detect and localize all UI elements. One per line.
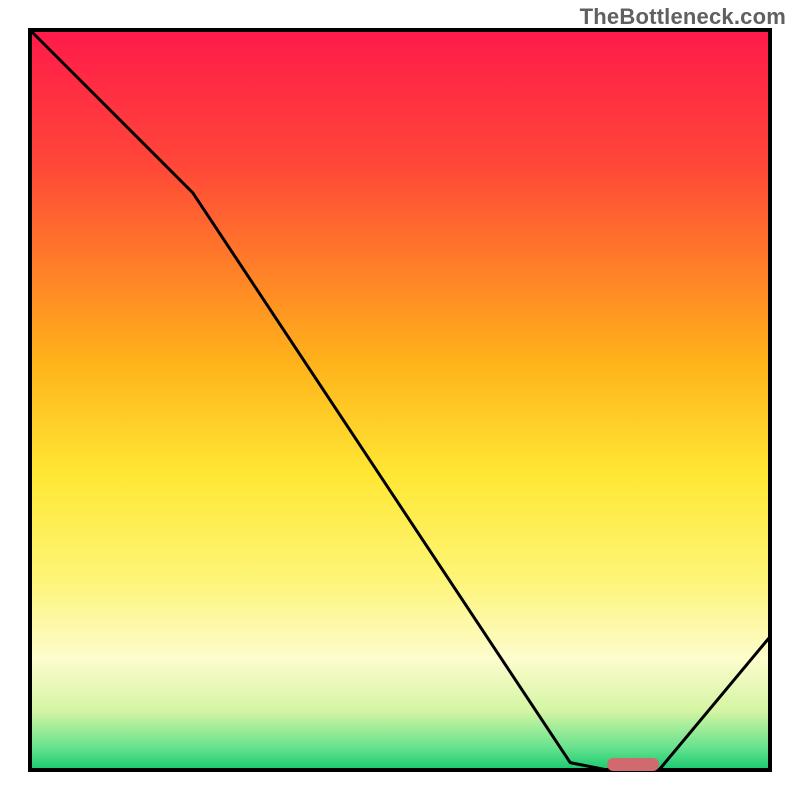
chart-stage: TheBottleneck.com	[0, 0, 800, 800]
bottleneck-chart	[0, 0, 800, 800]
optimal-zone-marker	[607, 758, 659, 771]
